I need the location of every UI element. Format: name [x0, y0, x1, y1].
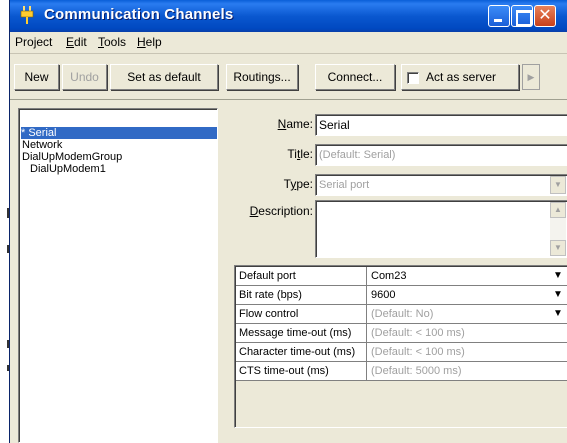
chevron-down-icon[interactable]: ▼ [553, 288, 563, 302]
property-name: Flow control [236, 305, 367, 323]
name-value: Serial [319, 118, 350, 132]
communication-channels-window: Communication Channels ✕ Project Edit To… [9, 0, 567, 443]
scroll-down-icon[interactable]: ▼ [550, 240, 566, 256]
property-row-character-timeout[interactable]: Character time-out (ms) (Default: < 100 … [236, 343, 567, 362]
tree-item-serial[interactable]: * Serial [21, 127, 217, 139]
property-row-message-timeout[interactable]: Message time-out (ms) (Default: < 100 ms… [236, 324, 567, 343]
chevron-right-icon: ▶ [527, 72, 535, 82]
set-as-default-button[interactable]: Set as default [110, 64, 218, 90]
type-select[interactable]: Serial port ▼ [315, 174, 567, 196]
property-name: Default port [236, 267, 367, 285]
tree-item-network[interactable]: Network [22, 139, 62, 151]
name-label: Name: [277, 117, 313, 131]
scroll-up-icon[interactable]: ▲ [550, 202, 566, 218]
description-textarea[interactable]: ▲ ▼ [315, 200, 567, 258]
toolbar-more-button[interactable]: ▶ [522, 64, 540, 90]
title-label: Title: [287, 147, 313, 161]
property-value[interactable]: (Default: < 100 ms) [368, 324, 567, 342]
menu-bar: Project Edit Tools Help [10, 32, 567, 54]
close-button[interactable]: ✕ [534, 5, 556, 27]
undo-button[interactable]: Undo [62, 64, 107, 90]
plug-icon [20, 6, 34, 24]
name-input[interactable]: Serial [315, 114, 567, 136]
chevron-down-icon[interactable]: ▼ [553, 269, 563, 283]
menu-help[interactable]: Help [137, 35, 162, 49]
property-row-bit-rate[interactable]: Bit rate (bps) 9600 ▼ [236, 286, 567, 305]
act-as-server-label: Act as server [426, 70, 497, 84]
title-bar[interactable]: Communication Channels ✕ [10, 0, 567, 32]
act-as-server-checkbox[interactable] [407, 72, 419, 84]
title-input[interactable]: (Default: Serial) [315, 144, 567, 166]
property-row-default-port[interactable]: Default port Com23 ▼ [236, 267, 567, 286]
type-value: Serial port [319, 179, 370, 191]
close-icon: ✕ [538, 7, 552, 24]
type-label: Type: [283, 177, 313, 191]
title-placeholder: (Default: Serial) [319, 149, 396, 161]
property-grid: Default port Com23 ▼ Bit rate (bps) 9600… [234, 265, 567, 428]
tree-item-dialupmodemgroup[interactable]: DialUpModemGroup [22, 151, 122, 163]
property-value[interactable]: 9600 [368, 286, 567, 304]
connect-button[interactable]: Connect... [315, 64, 395, 90]
toolbar: New Undo Set as default Routings... Conn… [10, 54, 567, 100]
minimize-button[interactable] [488, 5, 510, 27]
property-name: Message time-out (ms) [236, 324, 367, 342]
property-value[interactable]: (Default: No) [368, 305, 567, 323]
property-name: CTS time-out (ms) [236, 362, 367, 380]
property-value[interactable]: Com23 [368, 267, 567, 285]
property-value[interactable]: (Default: < 100 ms) [368, 343, 567, 361]
maximize-button[interactable] [511, 5, 533, 27]
menu-edit[interactable]: Edit [66, 35, 87, 49]
routings-button[interactable]: Routings... [226, 64, 298, 90]
property-name: Character time-out (ms) [236, 343, 367, 361]
menu-tools[interactable]: Tools [98, 35, 126, 49]
description-scrollbar[interactable]: ▲ ▼ [550, 202, 566, 256]
channel-tree[interactable]: * Serial Network DialUpModemGroup DialUp… [18, 108, 218, 443]
description-label: Description: [249, 204, 313, 218]
act-as-server-toggle[interactable]: Act as server [401, 64, 519, 90]
property-row-flow-control[interactable]: Flow control (Default: No) ▼ [236, 305, 567, 324]
menu-project[interactable]: Project [15, 35, 52, 49]
new-button[interactable]: New [14, 64, 59, 90]
chevron-down-icon[interactable]: ▼ [553, 307, 563, 321]
window-title: Communication Channels [44, 6, 234, 23]
property-name: Bit rate (bps) [236, 286, 367, 304]
property-value[interactable]: (Default: 5000 ms) [368, 362, 567, 380]
chevron-down-icon[interactable]: ▼ [550, 176, 566, 194]
tree-item-dialupmodem1[interactable]: DialUpModem1 [30, 163, 106, 175]
property-row-cts-timeout[interactable]: CTS time-out (ms) (Default: 5000 ms) [236, 362, 567, 381]
